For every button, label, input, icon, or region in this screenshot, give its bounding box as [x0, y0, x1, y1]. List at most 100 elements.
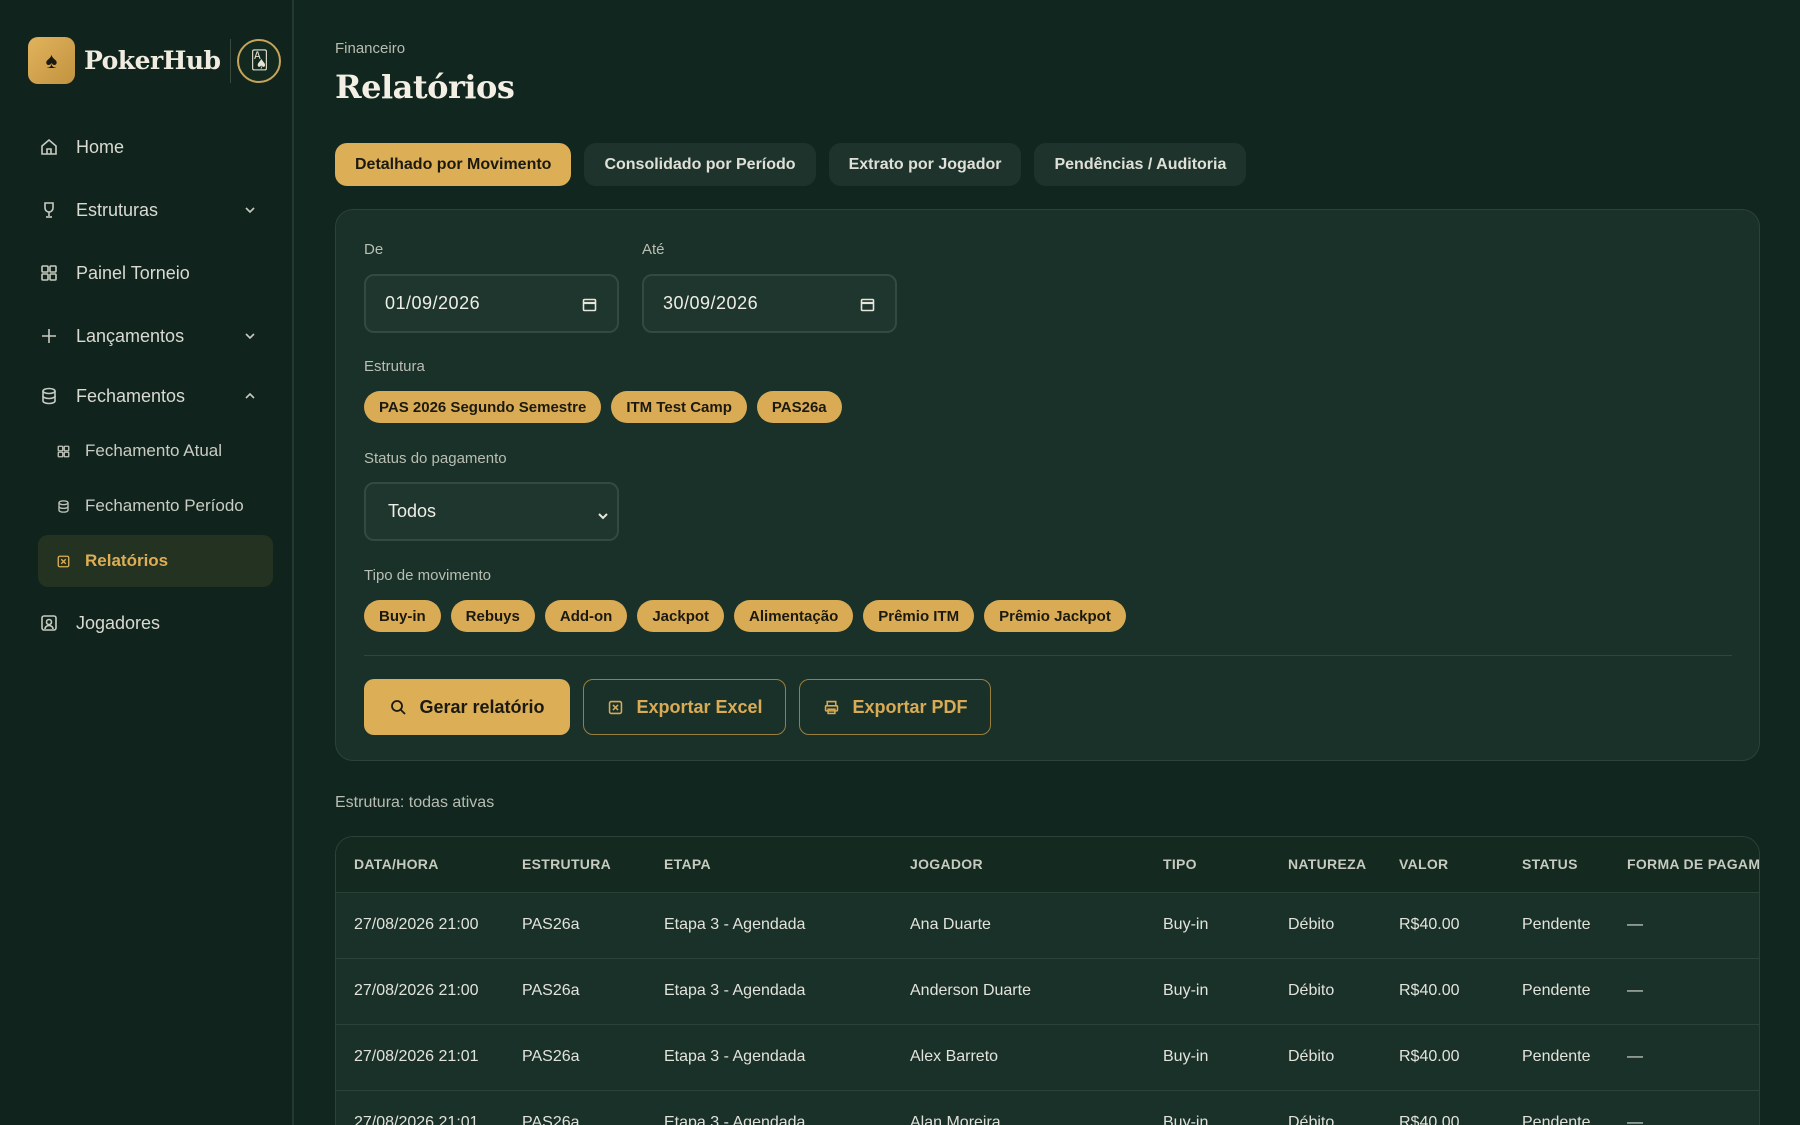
tipo-chip[interactable]: Prêmio Jackpot	[984, 600, 1126, 632]
sidebar-item-fechamentos[interactable]: Fechamentos	[38, 385, 258, 407]
export-excel-label: Exportar Excel	[636, 696, 763, 717]
to-date-input[interactable]: 30/09/2026	[642, 274, 897, 333]
cell-etapa: Etapa 3 - Agendada	[664, 982, 806, 999]
cell-datetime: 27/08/2026 21:01	[354, 1114, 479, 1125]
estrutura-note: Estrutura: todas ativas	[335, 794, 495, 811]
cell-etapa: Etapa 3 - Agendada	[664, 1048, 806, 1065]
tab-detalhado[interactable]: Detalhado por Movimento	[335, 143, 572, 186]
sidebar-subitem-fechamento-atual[interactable]: Fechamento Atual	[38, 425, 273, 477]
estrutura-chips: PAS 2026 Segundo Semestre ITM Test Camp …	[364, 391, 852, 423]
estrutura-chip[interactable]: PAS 2026 Segundo Semestre	[364, 391, 602, 423]
spreadsheet-icon	[606, 698, 624, 716]
chevron-down-icon[interactable]	[242, 328, 258, 344]
calendar-icon[interactable]	[582, 296, 597, 312]
sidebar-item-jogadores[interactable]: Jogadores	[38, 612, 258, 634]
export-pdf-button[interactable]: Exportar PDF	[799, 679, 991, 735]
sidebar-item-lancamentos[interactable]: Lançamentos	[38, 325, 258, 347]
cell-estrutura: PAS26a	[522, 1114, 580, 1125]
sidebar-item-label: Relatórios	[85, 551, 169, 570]
spade-icon: ♠	[28, 37, 75, 84]
column-header[interactable]: STATUS	[1522, 856, 1578, 872]
calendar-icon[interactable]	[860, 296, 875, 312]
sidebar-item-label: Home	[76, 136, 125, 157]
cell-estrutura: PAS26a	[522, 1048, 580, 1065]
cell-forma-pagamento: —	[1627, 1048, 1643, 1065]
sidebar-item-label: Lançamentos	[76, 325, 185, 346]
generate-report-label: Gerar relatório	[419, 696, 545, 717]
tipo-chip[interactable]: Jackpot	[637, 600, 725, 632]
grid-icon	[38, 262, 60, 284]
cell-tipo: Buy-in	[1163, 916, 1209, 933]
estrutura-chip[interactable]: ITM Test Camp	[611, 391, 747, 423]
cell-status: Pendente	[1522, 1114, 1591, 1125]
sidebar-item-painel-torneio[interactable]: Painel Torneio	[38, 262, 258, 284]
divider	[364, 655, 1732, 656]
cell-datetime: 27/08/2026 21:00	[354, 916, 479, 933]
cell-estrutura: PAS26a	[522, 916, 580, 933]
sidebar-subitem-fechamento-periodo[interactable]: Fechamento Período	[38, 480, 273, 532]
table-row[interactable]: 27/08/2026 21:01 PAS26a Etapa 3 - Agenda…	[336, 1025, 1759, 1091]
chevron-down-icon[interactable]	[242, 202, 258, 218]
column-header[interactable]: DATA/HORA	[354, 856, 439, 872]
cell-forma-pagamento: —	[1627, 1114, 1643, 1125]
brand[interactable]: ♠ PokerHub 🂡	[28, 37, 282, 84]
spreadsheet-icon	[55, 553, 71, 569]
column-header[interactable]: ESTRUTURA	[522, 856, 611, 872]
tipo-chip[interactable]: Alimentação	[734, 600, 854, 632]
sidebar-subitem-relatorios[interactable]: Relatórios	[38, 535, 273, 587]
cell-tipo: Buy-in	[1163, 982, 1209, 999]
breadcrumb[interactable]: Financeiro	[335, 40, 405, 57]
cell-forma-pagamento: —	[1627, 982, 1643, 999]
sidebar-item-label: Fechamento Período	[85, 496, 244, 515]
status-select-value: Todos	[388, 501, 437, 521]
status-label: Status do pagamento	[364, 450, 507, 467]
sidebar-item-label: Painel Torneio	[76, 262, 190, 283]
cell-status: Pendente	[1522, 982, 1591, 999]
sidebar-item-home[interactable]: Home	[38, 136, 258, 158]
report-table: DATA/HORA ESTRUTURA ETAPA JOGADOR TIPO N…	[335, 836, 1760, 1125]
column-header[interactable]: ETAPA	[664, 856, 711, 872]
cards-badge-icon: 🂡	[237, 38, 282, 83]
table-row[interactable]: 27/08/2026 21:01 PAS26a Etapa 3 - Agenda…	[336, 1091, 1759, 1125]
tab-pendencias[interactable]: Pendências / Auditoria	[1034, 143, 1247, 186]
user-card-icon	[38, 612, 60, 634]
cell-valor: R$40.00	[1399, 916, 1460, 933]
tipo-chips: Buy-in Rebuys Add-on Jackpot Alimentação…	[364, 600, 1136, 632]
to-date-value: 30/09/2026	[663, 293, 759, 313]
tipo-chip[interactable]: Rebuys	[450, 600, 535, 632]
export-excel-button[interactable]: Exportar Excel	[583, 679, 786, 735]
cell-datetime: 27/08/2026 21:01	[354, 1048, 479, 1065]
export-pdf-label: Exportar PDF	[852, 696, 968, 717]
search-icon	[389, 698, 407, 716]
table-row[interactable]: 27/08/2026 21:00 PAS26a Etapa 3 - Agenda…	[336, 893, 1759, 959]
tipo-chip[interactable]: Buy-in	[364, 600, 441, 632]
sidebar-item-estruturas[interactable]: Estruturas	[38, 199, 258, 221]
cell-status: Pendente	[1522, 1048, 1591, 1065]
estrutura-label: Estrutura	[364, 358, 425, 375]
tab-extrato[interactable]: Extrato por Jogador	[828, 143, 1022, 186]
sidebar-item-label: Fechamentos	[76, 385, 186, 406]
report-tabs: Detalhado por Movimento Consolidado por …	[335, 143, 1259, 186]
sidebar: ♠ PokerHub 🂡 Home Estruturas Painel Torn…	[0, 0, 294, 1125]
table-row[interactable]: 27/08/2026 21:00 PAS26a Etapa 3 - Agenda…	[336, 959, 1759, 1025]
generate-report-button[interactable]: Gerar relatório	[364, 679, 570, 735]
to-label: Até	[642, 241, 665, 258]
tipo-chip[interactable]: Prêmio ITM	[863, 600, 975, 632]
printer-icon	[822, 698, 840, 716]
cell-tipo: Buy-in	[1163, 1048, 1209, 1065]
from-date-input[interactable]: 01/09/2026	[364, 274, 619, 333]
column-header[interactable]: TIPO	[1163, 856, 1197, 872]
cell-jogador: Ana Duarte	[910, 916, 991, 933]
chevron-up-icon[interactable]	[242, 388, 258, 404]
tab-consolidado[interactable]: Consolidado por Período	[584, 143, 816, 186]
column-header[interactable]: VALOR	[1399, 856, 1448, 872]
estrutura-chip[interactable]: PAS26a	[756, 391, 842, 423]
from-date-value: 01/09/2026	[385, 293, 481, 313]
database-icon	[55, 498, 71, 514]
column-header[interactable]: NATUREZA	[1288, 856, 1366, 872]
column-header[interactable]: FORMA DE PAGAME	[1627, 856, 1759, 872]
column-header[interactable]: JOGADOR	[910, 856, 983, 872]
tipo-chip[interactable]: Add-on	[544, 600, 628, 632]
status-select[interactable]: Todos	[364, 482, 619, 541]
trophy-icon	[38, 199, 60, 221]
